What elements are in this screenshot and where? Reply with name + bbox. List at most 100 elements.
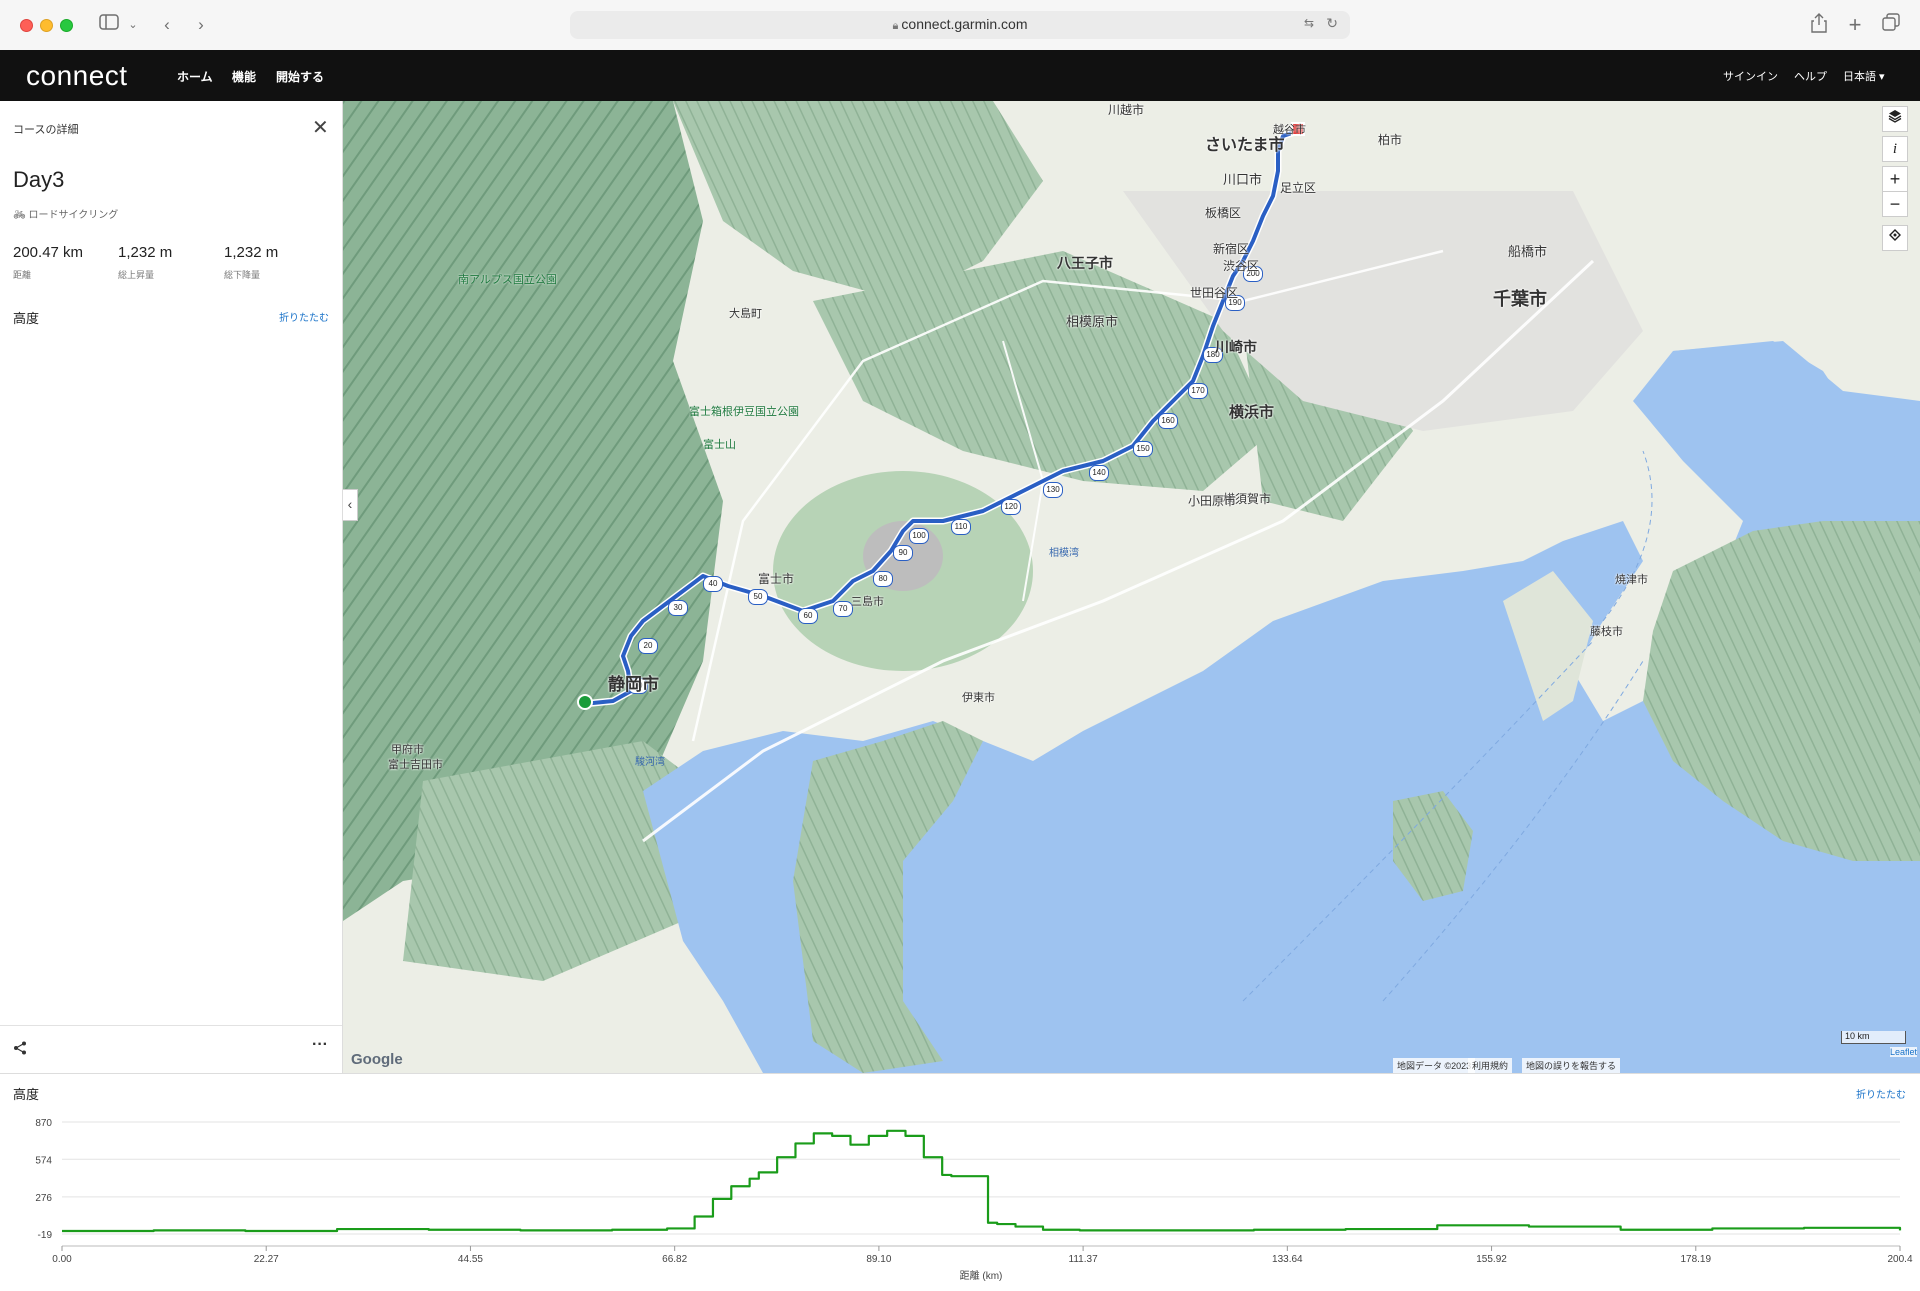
city-label: 千葉市: [1493, 289, 1547, 309]
chevron-down-icon[interactable]: ⌄: [126, 13, 140, 37]
city-label: 世田谷区: [1190, 286, 1239, 300]
share-icon[interactable]: [13, 1041, 27, 1060]
distance-marker: 80: [873, 571, 893, 587]
y-tick-label: 276: [35, 1193, 52, 1204]
translate-icon[interactable]: ⇆: [1304, 16, 1314, 30]
city-label: 富士吉田市: [388, 759, 443, 771]
forward-icon[interactable]: ›: [192, 13, 210, 37]
nav-features[interactable]: 機能: [232, 68, 256, 85]
leaflet-link[interactable]: Leaflet: [1890, 1047, 1918, 1057]
minimize-window-button[interactable]: [40, 19, 53, 32]
distance-marker: 100: [909, 528, 929, 544]
x-tick-label: 155.92: [1476, 1254, 1507, 1265]
city-label: 静岡市: [608, 675, 659, 694]
distance-marker: 140: [1089, 465, 1109, 481]
city-label: 足立区: [1280, 181, 1317, 195]
share-icon[interactable]: [1808, 13, 1830, 37]
zoom-out-button[interactable]: −: [1882, 191, 1908, 217]
course-details-panel: コースの詳細 ✕ Day3 🚲︎ ロードサイクリング 200.47 km 距離 …: [0, 101, 343, 1073]
close-window-button[interactable]: [20, 19, 33, 32]
y-tick-label: 574: [35, 1155, 52, 1166]
url-text: connect.garmin.com: [901, 16, 1028, 32]
more-options-icon[interactable]: ···: [312, 1036, 328, 1054]
nav-get-started[interactable]: 開始する: [276, 68, 324, 85]
zoom-in-button[interactable]: +: [1882, 166, 1908, 192]
connect-logo[interactable]: connect: [26, 60, 128, 92]
site-header: connect ホーム 機能 開始する サインイン ヘルプ 日本語 ▾: [0, 50, 1920, 101]
tabs-overview-icon[interactable]: [1880, 13, 1902, 37]
new-tab-icon[interactable]: +: [1844, 13, 1866, 37]
distance-marker: 170: [1188, 383, 1208, 399]
y-tick-label: -19: [38, 1230, 53, 1241]
layers-icon[interactable]: [1882, 106, 1908, 132]
info-icon[interactable]: i: [1882, 136, 1908, 162]
distance-marker: 60: [798, 608, 818, 624]
city-label: 越谷市: [1273, 124, 1306, 136]
city-label: 大島町: [729, 308, 762, 320]
terms-link[interactable]: 利用規約: [1468, 1058, 1513, 1073]
distance-marker: 130: [1043, 482, 1063, 498]
elevation-chart[interactable]: -19 276 574 870 0.00 22.27 44.55 66.82 89.10 111.…: [0, 1074, 1920, 1291]
locate-icon[interactable]: [1882, 225, 1908, 251]
distance-marker: 40: [703, 576, 723, 592]
distance-marker: 20: [638, 638, 658, 654]
city-label: 相模原市: [1066, 314, 1119, 329]
nav-home[interactable]: ホーム: [177, 68, 213, 85]
park-label: 南アルプス国立公園: [458, 274, 557, 286]
city-label: 八王子市: [1057, 255, 1113, 271]
distance-label: 距離: [13, 270, 32, 280]
city-label: 渋谷区: [1223, 259, 1260, 273]
course-name: Day3: [13, 167, 65, 192]
distance-marker: 70: [833, 601, 853, 617]
help-link[interactable]: ヘルプ: [1794, 68, 1827, 84]
x-tick-label: 178.19: [1680, 1254, 1711, 1265]
distance-marker: 150: [1133, 441, 1153, 457]
city-label: 板橋区: [1205, 206, 1242, 220]
city-label: 新宿区: [1213, 242, 1250, 256]
address-bar[interactable]: 🔒︎ connect.garmin.com ⇆ ↻: [570, 11, 1350, 39]
back-icon[interactable]: ‹: [158, 13, 176, 37]
elevation-series-line: [62, 1129, 1902, 1233]
elevation-collapse-link[interactable]: 折りたたむ: [279, 309, 329, 324]
city-label: 川崎市: [1215, 339, 1257, 355]
y-tick-label: 870: [35, 1118, 52, 1129]
elevation-chart-section: 高度 折りたたむ -19 276 574 870 0.00 22.27 44.55 66.82…: [0, 1073, 1920, 1291]
x-tick-label: 200.4: [1887, 1254, 1912, 1265]
language-select[interactable]: 日本語 ▾: [1843, 68, 1885, 84]
distance-marker: 120: [1001, 499, 1021, 515]
collapse-panel-chevron-icon[interactable]: ‹: [343, 489, 358, 521]
close-icon[interactable]: ✕: [312, 115, 329, 140]
activity-type-label: ロードサイクリング: [28, 210, 119, 221]
sign-in-link[interactable]: サインイン: [1723, 68, 1778, 84]
city-label: 伊東市: [962, 692, 995, 704]
activity-type: 🚲︎ ロードサイクリング: [13, 206, 118, 221]
water-label: 駿河湾: [635, 757, 665, 768]
reload-icon[interactable]: ↻: [1326, 15, 1338, 32]
fullscreen-window-button[interactable]: [60, 19, 73, 32]
city-label: 川口市: [1223, 172, 1263, 187]
route-map[interactable]: 10 20 30 40 50 60 70 80 90 100 110 120 130 140 150 160 1…: [343, 101, 1920, 1073]
x-tick-label: 89.10: [866, 1254, 891, 1265]
x-axis-label: 距離 (km): [960, 1269, 1003, 1282]
city-label: 焼津市: [1615, 574, 1648, 586]
x-tick-label: 22.27: [254, 1254, 279, 1265]
distance-value: 200.47 km: [13, 244, 84, 261]
city-label: 甲府市: [391, 744, 424, 756]
water-label: 相模湾: [1049, 548, 1079, 559]
city-label: 柏市: [1378, 133, 1403, 147]
browser-window: ⌄ ‹ › 🔒︎ connect.garmin.com ⇆ ↻ + connec…: [0, 0, 1920, 1291]
distance-marker: 90: [893, 545, 913, 561]
report-error-link[interactable]: 地図の誤りを報告する: [1522, 1058, 1621, 1073]
distance-marker: 110: [951, 519, 971, 535]
total-descent-value: 1,232 m: [224, 244, 279, 261]
x-tick-label: 111.37: [1069, 1254, 1099, 1265]
city-label: 富士市: [758, 572, 795, 586]
google-logo: Google: [351, 1051, 403, 1068]
sidebar-toggle-icon[interactable]: [96, 13, 122, 37]
map-canvas[interactable]: [343, 101, 1920, 1073]
start-marker[interactable]: [577, 694, 593, 710]
map-data-attribution: 地図データ ©2023: [1393, 1058, 1476, 1073]
distance-marker: 50: [748, 589, 768, 605]
x-tick-label: 133.64: [1272, 1254, 1303, 1265]
map-scale: 10 km: [1841, 1031, 1906, 1044]
